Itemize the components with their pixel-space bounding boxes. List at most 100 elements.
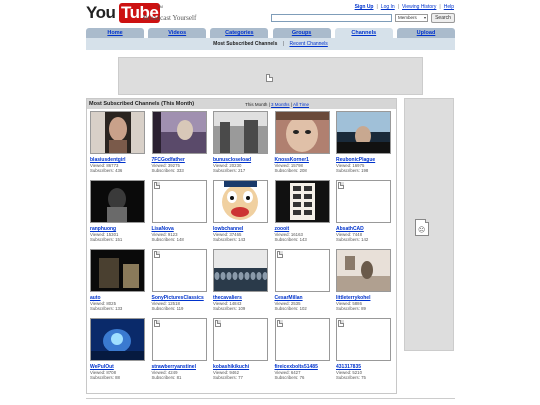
search-type-select[interactable]: Members ▾ — [395, 14, 428, 22]
tab-label: Upload — [416, 30, 436, 36]
subnav-separator: | — [282, 41, 285, 47]
channel-thumbnail[interactable] — [336, 318, 391, 361]
channel-thumbnail[interactable] — [336, 180, 391, 223]
tab-channels[interactable]: Channels — [334, 28, 393, 38]
period-this-month[interactable]: This Month — [245, 102, 267, 107]
channel-thumbnail[interactable] — [213, 111, 268, 154]
channel-subscriber-count: Subscribers: 119 — [151, 306, 184, 311]
channel-thumbnail[interactable] — [213, 180, 268, 223]
channel-subscriber-count: Subscribers: 102 — [274, 306, 307, 311]
channel-card: ranphuong Viewed: 15301 Subscribers: 151 — [87, 180, 147, 248]
link-separator: | — [376, 4, 378, 10]
thumbnail-image — [275, 112, 329, 153]
channel-thumbnail[interactable] — [274, 318, 330, 361]
channels-panel-header: Most Subscribed Channels (This Month) Th… — [87, 99, 396, 109]
tab-label: Videos — [168, 30, 187, 36]
channel-thumbnail[interactable] — [151, 180, 207, 223]
channel-subscriber-count: Subscribers: 148 — [151, 237, 184, 242]
tab-videos[interactable]: Videos — [148, 28, 207, 38]
logo-you-text: You — [86, 3, 116, 22]
channel-thumbnail[interactable] — [274, 249, 330, 292]
thumbnail-image — [91, 112, 144, 153]
channel-card: ReubonicPlague Viewed: 16975 Subscribers: … — [333, 111, 393, 179]
thumbnail-image — [337, 112, 390, 153]
broken-image-icon — [266, 74, 273, 82]
channel-thumbnail[interactable] — [90, 249, 145, 292]
channel-thumbnail[interactable] — [90, 180, 145, 223]
tab-label: Home — [107, 30, 123, 36]
channel-card: 431317835 Viewed: 5210 Subscribers: 75 — [333, 318, 393, 386]
channel-card: AbsathCAD Viewed: 7448 Subscribers: 142 — [333, 180, 393, 248]
period-3-months[interactable]: 3 Months — [271, 102, 290, 107]
channel-thumbnail[interactable] — [151, 249, 207, 292]
main-nav: Home Videos Categories Groups Channels Upload — [86, 28, 455, 38]
channel-card: fireicexbolts51485 Viewed: 6427 Subscriber… — [272, 318, 332, 386]
channel-subscriber-count: Subscribers: 436 — [90, 168, 123, 173]
tab-label: Categories — [225, 30, 254, 36]
channel-subscriber-count: Subscribers: 208 — [274, 168, 307, 173]
channel-thumbnail[interactable] — [213, 318, 268, 361]
channel-subscriber-count: Subscribers: 151 — [90, 237, 123, 242]
toplink-log-in[interactable]: Log In — [381, 4, 395, 10]
channel-thumbnail[interactable] — [151, 111, 207, 154]
channel-card: blasiusdentgirl Viewed: 86773 Subscribers:… — [87, 111, 147, 179]
logo-trademark: TM — [157, 4, 163, 9]
channels-panel-title: Most Subscribed Channels (This Month) — [89, 101, 195, 107]
tab-label: Groups — [291, 30, 312, 36]
broken-image-icon — [153, 320, 160, 327]
broken-image-icon — [338, 320, 344, 327]
thumbnail-image — [152, 112, 206, 153]
toplink-help[interactable]: Help — [444, 4, 454, 10]
channel-subscriber-count: Subscribers: 143 — [274, 237, 307, 242]
channel-card: WePulOut Viewed: 8708 Subscribers: 88 — [87, 318, 147, 386]
channel-card: KnossKorner1 Viewed: 15798 Subscribers: 20… — [272, 111, 332, 179]
toplink-viewing-history[interactable]: Viewing History — [402, 4, 436, 10]
channel-thumbnail[interactable] — [90, 111, 145, 154]
banner-ad[interactable] — [118, 57, 423, 95]
channel-subscriber-count: Subscribers: 333 — [151, 168, 184, 173]
channel-subscriber-count: Subscribers: 81 — [151, 375, 182, 380]
logo-tagline: Broadcast Yourself — [143, 14, 197, 22]
channel-card: auto Viewed: 8025 Subscribers: 133 — [87, 249, 147, 317]
channel-card: zoooit Viewed: 16163 Subscribers: 143 — [272, 180, 332, 248]
youtube-logo[interactable]: You Tube TM Broadcast Yourself — [86, 3, 196, 25]
subnav-most-subscribed[interactable]: Most Subscribed Channels — [213, 41, 277, 47]
subnav-recent-channels[interactable]: Recent Channels — [289, 41, 327, 47]
tab-upload[interactable]: Upload — [397, 28, 455, 38]
broken-image-icon — [276, 320, 283, 327]
tab-home[interactable]: Home — [86, 28, 144, 38]
channel-thumbnail[interactable] — [151, 318, 207, 361]
channel-thumbnail[interactable] — [90, 318, 145, 361]
link-separator: | — [439, 4, 441, 10]
channel-card: CesarMillan Viewed: 2535 Subscribers: 102 — [272, 249, 332, 317]
toplink-sign-up[interactable]: Sign Up — [355, 4, 374, 10]
channel-card: kobashikikuchi Viewed: 9462 Subscribers: 7… — [210, 318, 270, 386]
search-input[interactable] — [271, 14, 392, 22]
footer-divider — [86, 398, 455, 399]
thumbnail-image — [91, 250, 144, 291]
channel-subscriber-count: Subscribers: 76 — [274, 375, 305, 380]
broken-image-icon — [215, 320, 221, 327]
period-filter: This Month | 3 Months | All Time — [245, 101, 309, 107]
channel-card: lowbchannel Viewed: 37465 Subscribers: 143 — [210, 180, 270, 248]
channel-card: littleterrykohel Viewed: 5886 Subscribers:… — [333, 249, 393, 317]
channel-thumbnail[interactable] — [213, 249, 268, 292]
broken-image-icon — [338, 182, 344, 189]
period-all-time[interactable]: All Time — [293, 102, 309, 107]
thumbnail-image — [214, 112, 267, 153]
tab-categories[interactable]: Categories — [210, 28, 269, 38]
thumbnail-image — [275, 181, 329, 222]
thumbnail-image — [214, 250, 267, 291]
search-type-value: Members — [398, 15, 417, 20]
channel-subscriber-count: Subscribers: 109 — [213, 306, 246, 311]
sidebar-ad[interactable]: ☹ — [404, 98, 454, 351]
channel-thumbnail[interactable] — [274, 180, 330, 223]
channel-thumbnail[interactable] — [274, 111, 330, 154]
search-button[interactable]: Search — [431, 13, 455, 23]
channel-subscriber-count: Subscribers: 198 — [336, 168, 369, 173]
sad-face-icon: ☹ — [418, 227, 426, 234]
channel-thumbnail[interactable] — [336, 111, 391, 154]
channel-thumbnail[interactable] — [336, 249, 391, 292]
tab-groups[interactable]: Groups — [272, 28, 331, 38]
channel-card: bunuscloseload Viewed: 20230 Subscribers: … — [210, 111, 270, 179]
